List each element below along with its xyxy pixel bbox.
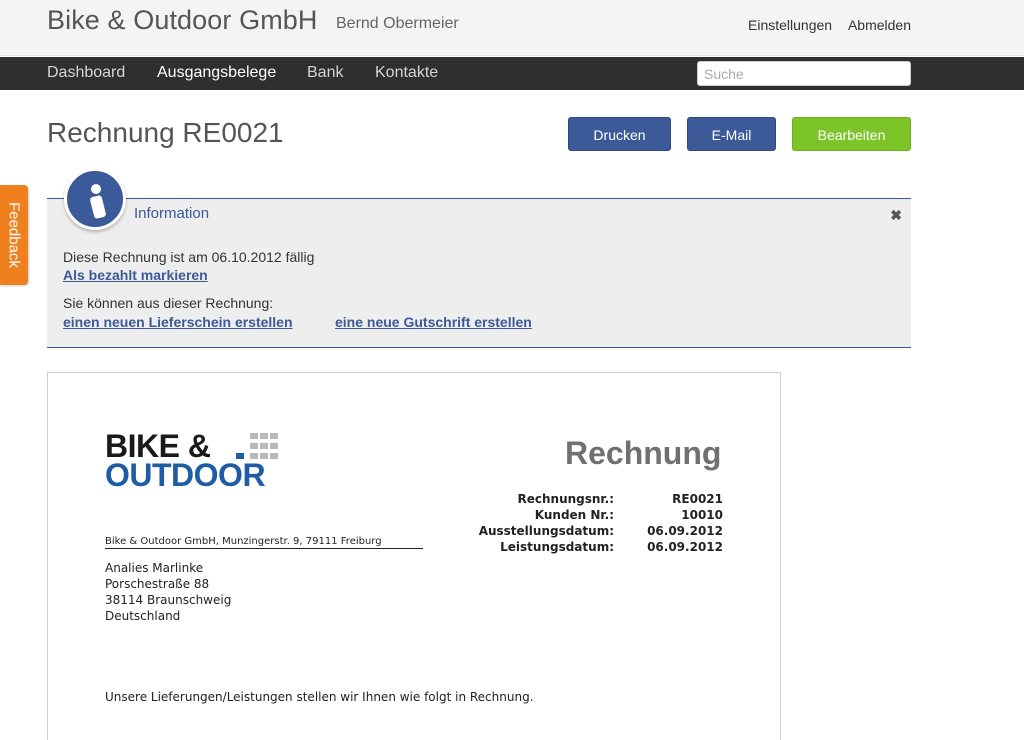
info-panel: Information ✖ Diese Rechnung ist am 06.1… xyxy=(47,168,911,348)
top-links: Einstellungen Abmelden xyxy=(736,17,911,33)
meta-label-invoice-no: Rechnungsnr.: xyxy=(517,492,614,506)
edit-button[interactable]: Bearbeiten xyxy=(792,117,911,151)
recipient-name: Analies Marlinke xyxy=(105,561,204,575)
recipient-street: Porschestraße 88 xyxy=(105,577,210,591)
create-delivery-note-link[interactable]: einen neuen Lieferschein erstellen xyxy=(63,314,293,330)
email-button[interactable]: E-Mail xyxy=(687,117,776,151)
page-title: Rechnung RE0021 xyxy=(47,117,284,148)
feedback-label: Feedback xyxy=(5,202,23,268)
meta-label-service-date: Leistungsdatum: xyxy=(500,540,614,554)
print-button[interactable]: Drucken xyxy=(568,117,671,151)
invoice-preview: BIKE & OUTDOOR Rechnung Rechnungsnr.: RE… xyxy=(47,372,781,740)
company-name[interactable]: Bike & Outdoor GmbH xyxy=(47,5,318,36)
intro-text: Unsere Lieferungen/Leistungen stellen wi… xyxy=(105,690,534,704)
recipient-country: Deutschland xyxy=(105,609,181,623)
settings-link[interactable]: Einstellungen xyxy=(748,17,832,33)
main-nav: Dashboard Ausgangsbelege Bank Kontakte xyxy=(0,57,1024,90)
recipient-city: 38114 Braunschweig xyxy=(105,593,232,607)
mark-paid-link[interactable]: Als bezahlt markieren xyxy=(63,267,208,283)
info-title: Information xyxy=(134,205,210,222)
due-date-text: Diese Rechnung ist am 06.10.2012 fällig xyxy=(63,249,315,265)
info-circle-icon xyxy=(64,168,126,230)
document-heading: Rechnung xyxy=(565,435,722,471)
logout-link[interactable]: Abmelden xyxy=(848,17,911,33)
meta-value-invoice-no: RE0021 xyxy=(672,492,723,506)
meta-label-customer-no: Kunden Nr.: xyxy=(534,508,614,522)
options-text: Sie können aus dieser Rechnung: xyxy=(63,295,274,311)
logo-grid-icon xyxy=(236,433,278,459)
nav-item-dashboard[interactable]: Dashboard xyxy=(47,64,125,82)
nav-item-bank[interactable]: Bank xyxy=(307,64,343,82)
meta-value-service-date: 06.09.2012 xyxy=(647,540,723,554)
meta-value-issue-date: 06.09.2012 xyxy=(647,524,723,538)
sender-line: Bike & Outdoor GmbH, Munzingerstr. 9, 79… xyxy=(105,536,423,549)
close-icon[interactable]: ✖ xyxy=(890,207,902,224)
feedback-tab[interactable]: Feedback xyxy=(0,185,28,285)
logo-text-line2: OUTDOOR xyxy=(105,457,266,493)
create-credit-note-link[interactable]: eine neue Gutschrift erstellen xyxy=(335,314,532,330)
meta-label-issue-date: Ausstellungsdatum: xyxy=(478,524,614,538)
nav-item-ausgangsbelege[interactable]: Ausgangsbelege xyxy=(157,64,276,82)
search-input[interactable] xyxy=(697,61,911,86)
top-header: Bike & Outdoor GmbH Bernd Obermeier Eins… xyxy=(0,0,1024,56)
meta-value-customer-no: 10010 xyxy=(681,508,723,522)
user-name: Bernd Obermeier xyxy=(336,15,459,32)
nav-item-kontakte[interactable]: Kontakte xyxy=(375,64,438,82)
